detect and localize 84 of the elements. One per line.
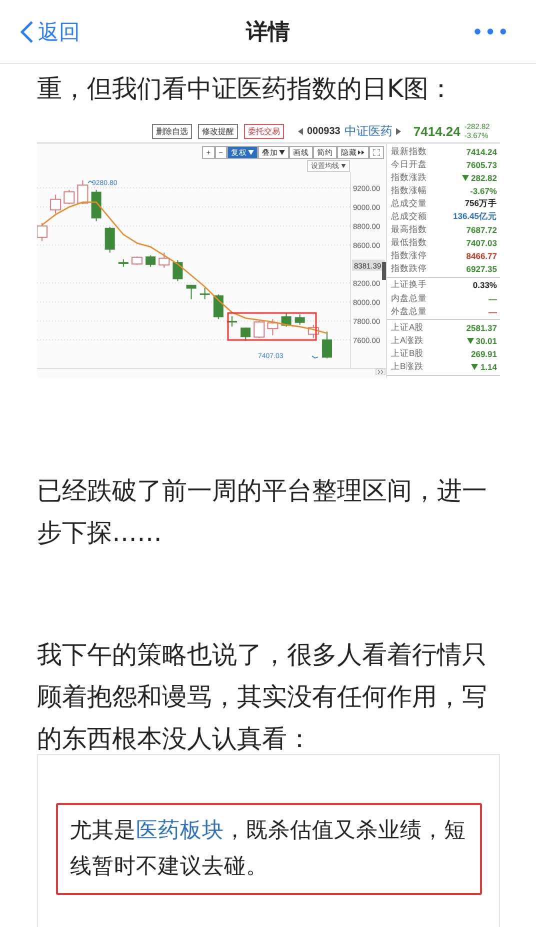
- stat-label: 指数涨幅: [391, 184, 427, 197]
- stat-label: 上证B股: [391, 348, 424, 360]
- caret-icon: [248, 150, 254, 155]
- stat-label: 外盘总量: [391, 306, 427, 318]
- article-paragraph: 已经跌破了前一周的平台整理区间，进一步下探……: [36, 475, 488, 549]
- stat-value: 0.33%: [472, 280, 497, 290]
- stat-label: 上证换手: [391, 279, 427, 292]
- high-marker-icon: [88, 180, 94, 184]
- stat-label: 总成交量: [391, 198, 427, 210]
- stat-value: 282.82: [462, 172, 497, 183]
- candlestick: [322, 331, 332, 359]
- candlestick: [64, 189, 75, 205]
- stat-label: 指数涨跌: [391, 172, 427, 184]
- stat-value: 7407.03: [466, 238, 497, 248]
- back-button[interactable]: 返回: [20, 18, 80, 46]
- candlestick: [186, 284, 196, 300]
- more-button[interactable]: •••: [466, 18, 516, 44]
- stat-value: —: [488, 306, 497, 317]
- stat-value: 136.45亿元: [453, 211, 497, 224]
- candlestick: [200, 287, 210, 300]
- candlestick: [294, 314, 305, 326]
- candlestick: [281, 312, 292, 328]
- stat-value: 2581.37: [466, 322, 497, 333]
- candlestick: [254, 320, 265, 339]
- stat-value: 8466.77: [466, 251, 497, 262]
- caret-icon: [279, 150, 285, 155]
- stat-label: 上B涨跌: [391, 361, 424, 374]
- candlestick: [308, 324, 319, 339]
- article-paragraph: 重，但我们看中证医药指数的日K图：: [36, 73, 454, 105]
- stat-value: 7414.24: [466, 146, 497, 157]
- back-icon: [20, 20, 34, 44]
- scrollbar[interactable]: [382, 262, 386, 280]
- candlestick: [158, 252, 170, 268]
- fullscreen-icon: [373, 149, 380, 156]
- toolbar-button[interactable]: 委托交易: [244, 124, 284, 138]
- candlestick: [227, 316, 237, 328]
- stat-value: 269.91: [471, 348, 497, 359]
- previous-icon[interactable]: [298, 128, 303, 134]
- candlestick: [240, 327, 251, 342]
- index-price: 7414.24: [413, 124, 460, 138]
- stat-label: 上证A股: [391, 322, 424, 334]
- down-arrow-icon: [462, 174, 469, 181]
- down-arrow-icon: [466, 338, 474, 344]
- quote-text: 尤其是医药板块，既杀估值又杀业绩，短线暂时不建议去碰。: [56, 803, 482, 895]
- stat-label: 最低指数: [391, 237, 427, 250]
- stat-value: 7605.73: [466, 160, 497, 170]
- stat-value: 7687.72: [466, 225, 497, 236]
- candlestick: [172, 260, 183, 282]
- caret-icon: [341, 164, 346, 168]
- page-title: 详情: [246, 20, 290, 44]
- candlestick: [132, 256, 142, 266]
- stock-code: 000933: [307, 126, 340, 136]
- toolbar-button[interactable]: 删除自选: [152, 124, 192, 138]
- stat-value: —: [488, 294, 497, 304]
- stat-label: 指数涨停: [391, 250, 427, 262]
- candlestick: [91, 189, 102, 222]
- stat-label: 内盘总量: [391, 292, 427, 305]
- double-arrow-icon: [358, 150, 365, 155]
- candlestick: [118, 258, 128, 268]
- stat-label: 总成交额: [391, 211, 427, 224]
- candlestick: [50, 194, 62, 214]
- article-paragraph: 我下午的策略也说了，很多人看着行情只顾着抱怨和谩骂，其实没有任何作用，写的东西根本没人认真看：: [36, 639, 488, 755]
- stat-label: 指数跌停: [391, 263, 427, 276]
- toolbar-button[interactable]: 修改提醒: [198, 124, 238, 138]
- low-marker-icon: [312, 356, 318, 358]
- index-name: 中证医药: [344, 122, 392, 140]
- candlestick: [104, 226, 115, 254]
- stat-value: 30.01: [466, 336, 497, 346]
- stat-label: 最新指数: [391, 146, 427, 158]
- stat-label: 今日开盘: [391, 158, 427, 171]
- candlestick: [213, 294, 224, 320]
- down-arrow-icon: [471, 364, 478, 370]
- stat-label: 最高指数: [391, 224, 427, 236]
- stat-value: 756万手: [464, 198, 497, 210]
- stat-value: 1.14: [471, 362, 497, 372]
- candlestick: [77, 180, 88, 205]
- expand-icon[interactable]: [376, 368, 386, 375]
- stat-value: 6927.35: [466, 264, 497, 274]
- candlestick: [267, 318, 278, 336]
- candlestick: [146, 254, 156, 268]
- fullscreen-button[interactable]: [369, 146, 384, 159]
- stat-value: -3.67%: [470, 186, 497, 196]
- stat-label: 上A涨跌: [391, 334, 424, 347]
- next-icon[interactable]: [396, 128, 402, 134]
